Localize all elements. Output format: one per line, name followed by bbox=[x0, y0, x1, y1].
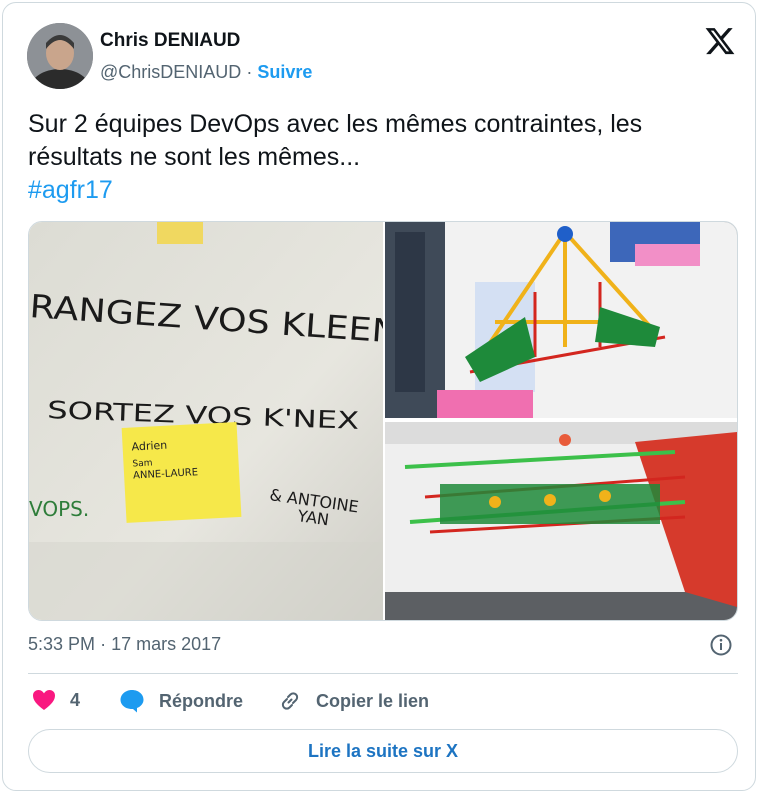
photo-whiteboard[interactable]: RANGEZ VOS KLEEN SORTEZ VOS K'NEX Adrien… bbox=[29, 222, 383, 620]
tweet-text: Sur 2 équipes DevOps avec les mêmes cont… bbox=[28, 108, 728, 207]
timestamp[interactable]: 5:33 PM · 17 mars 2017 bbox=[28, 634, 221, 655]
reply-label: Répondre bbox=[159, 690, 244, 711]
like-count: 4 bbox=[70, 689, 81, 710]
media-grid[interactable]: RANGEZ VOS KLEEN SORTEZ VOS K'NEX Adrien… bbox=[28, 221, 738, 621]
follow-button[interactable]: Suivre bbox=[257, 62, 312, 82]
author-name[interactable]: Chris DENIAUD bbox=[100, 30, 240, 52]
reply-button[interactable]: Répondre bbox=[119, 689, 243, 713]
avatar[interactable] bbox=[27, 23, 93, 89]
heart-icon bbox=[33, 690, 55, 710]
info-icon[interactable] bbox=[709, 633, 733, 657]
time-separator: · bbox=[100, 634, 107, 654]
author-handle[interactable]: @ChrisDENIAUD bbox=[100, 62, 241, 82]
tweet-text-line1: Sur 2 équipes DevOps avec les mêmes cont… bbox=[28, 110, 643, 138]
x-logo-icon[interactable] bbox=[703, 25, 737, 57]
whiteboard-corner-text: VOPS. bbox=[29, 497, 89, 521]
sticky-line2: Sam bbox=[132, 458, 152, 469]
sticky-line1: Adrien bbox=[131, 439, 167, 454]
copy-link-button[interactable]: Copier le lien bbox=[278, 689, 429, 713]
hashtag-link[interactable]: #agfr17 bbox=[28, 174, 728, 207]
date-text: 17 mars 2017 bbox=[111, 634, 222, 654]
tweet-card: Chris DENIAUD @ChrisDENIAUD · Suivre Sur… bbox=[2, 2, 756, 791]
time-text: 5:33 PM bbox=[28, 634, 96, 654]
photo-bridge-bottom[interactable] bbox=[385, 422, 737, 620]
link-icon bbox=[281, 692, 299, 710]
reply-bubble-icon bbox=[120, 690, 144, 713]
divider bbox=[28, 673, 738, 674]
copy-link-label: Copier le lien bbox=[316, 690, 430, 711]
photo-bridge-top[interactable] bbox=[385, 222, 737, 418]
handle-separator: · bbox=[246, 62, 253, 82]
like-button[interactable]: 4 bbox=[32, 689, 80, 711]
author-handle-row: @ChrisDENIAUD · Suivre bbox=[100, 62, 312, 83]
read-more-button[interactable]: Lire la suite sur X bbox=[28, 729, 738, 773]
tweet-text-line2: résultats ne sont les mêmes... bbox=[28, 143, 361, 171]
